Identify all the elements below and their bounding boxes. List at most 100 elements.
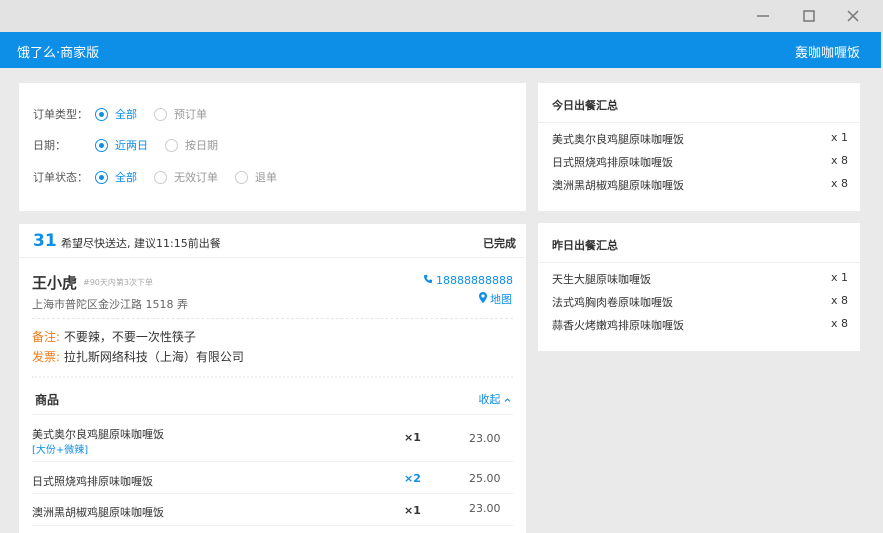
goods-quantity: ×1: [404, 504, 421, 517]
filter-order-type: 订单类型： 全部 预订单: [33, 105, 224, 123]
goods-name: 美式奥尔良鸡腿原味咖喱饭: [32, 428, 164, 441]
summary-item-qty: x 8: [830, 317, 848, 330]
summary-row: 法式鸡胸肉卷原味咖喱饭 x 8: [552, 294, 848, 310]
summary-item-name: 美式奥尔良鸡腿原味咖喱饭: [552, 133, 684, 146]
window-titlebar: [0, 0, 883, 32]
radio-selected-icon: [95, 170, 108, 184]
radio-label: 全部: [115, 108, 137, 121]
goods-price: 25.00: [469, 472, 501, 485]
goods-spec-tag: [大份+微辣]: [32, 445, 89, 456]
radio-label: 近两日: [115, 139, 148, 152]
filter-label: 日期：: [33, 139, 66, 152]
radio-status-refund[interactable]: 退单: [235, 169, 277, 185]
goods-name: 澳洲黑胡椒鸡腿原味咖喱饭: [32, 506, 164, 519]
summary-row: 澳洲黑胡椒鸡腿原味咖喱饭 x 8: [552, 177, 848, 193]
customer-address: 上海市普陀区金沙江路 1518 弄: [32, 298, 188, 311]
summary-item-qty: x 8: [830, 154, 848, 167]
goods-quantity: ×1: [404, 431, 421, 444]
radio-date-recent[interactable]: 近两日: [95, 137, 148, 153]
radio-empty-icon: [235, 170, 248, 184]
radio-status-all[interactable]: 全部: [95, 169, 137, 185]
map-link[interactable]: 地图: [479, 291, 512, 307]
order-invoice: 发票: 拉扎斯网络科技（上海）有限公司: [32, 348, 244, 365]
customer-order-count: #90天内第3次下单: [83, 278, 153, 287]
radio-label: 无效订单: [174, 171, 218, 184]
divider: [538, 262, 860, 263]
today-summary-title: 今日出餐汇总: [552, 99, 618, 112]
goods-quantity: ×2: [404, 472, 421, 485]
summary-row: 天生大腿原味咖喱饭 x 1: [552, 271, 848, 287]
chevron-up-icon: [504, 393, 511, 406]
order-filter-panel: 订单类型： 全部 预订单 日期： 近两日 按日期 订单状态： 全部 无效订单 退…: [19, 83, 526, 211]
radio-label: 全部: [115, 171, 137, 184]
goods-title: 商品: [35, 393, 60, 407]
goods-price: 23.00: [469, 432, 501, 445]
goods-row: 澳洲黑胡椒鸡腿原味咖喱饭 ×1 23.00: [32, 494, 513, 526]
filter-label: 订单状态：: [33, 171, 88, 184]
today-summary-card: 今日出餐汇总 美式奥尔良鸡腿原味咖喱饭 x 1 日式照烧鸡排原味咖喱饭 x 8 …: [538, 83, 860, 211]
radio-order-type-preorder[interactable]: 预订单: [154, 106, 207, 122]
close-icon[interactable]: [841, 6, 865, 26]
filter-label: 订单类型：: [33, 108, 88, 121]
radio-selected-icon: [95, 138, 108, 152]
radio-label: 退单: [255, 171, 277, 184]
remark-value: 不要辣，不要一次性筷子: [63, 330, 196, 344]
order-header: 31 希望尽快送达, 建议11:15前出餐 已完成: [19, 224, 526, 258]
goods-name: 日式照烧鸡排原味咖喱饭: [32, 475, 153, 488]
summary-row: 美式奥尔良鸡腿原味咖喱饭 x 1: [552, 131, 848, 147]
collapse-label: 收起: [478, 393, 501, 406]
summary-item-qty: x 1: [830, 131, 848, 144]
order-delivery-tip: 希望尽快送达, 建议11:15前出餐: [61, 237, 221, 250]
divider: [32, 318, 513, 319]
order-remark: 备注: 不要辣，不要一次性筷子: [32, 328, 196, 345]
customer-phone-link[interactable]: 18888888888: [423, 274, 513, 287]
order-number: 31: [33, 231, 57, 251]
phone-number: 18888888888: [436, 274, 513, 287]
summary-item-name: 日式照烧鸡排原味咖喱饭: [552, 156, 673, 169]
app-header: 饿了么·商家版 轰咖咖喱饭: [0, 32, 881, 68]
summary-item-qty: x 1: [830, 271, 848, 284]
remark-key: 备注:: [32, 330, 61, 344]
yesterday-summary-title: 昨日出餐汇总: [552, 239, 618, 252]
radio-label: 按日期: [185, 139, 218, 152]
shop-name[interactable]: 轰咖咖喱饭: [795, 42, 860, 61]
summary-item-qty: x 8: [830, 177, 848, 190]
divider: [32, 376, 513, 378]
radio-empty-icon: [154, 170, 167, 184]
summary-row: 日式照烧鸡排原味咖喱饭 x 8: [552, 154, 848, 170]
summary-item-name: 蒜香火烤嫩鸡排原味咖喱饭: [552, 319, 684, 332]
radio-date-by-date[interactable]: 按日期: [165, 137, 218, 153]
radio-empty-icon: [165, 138, 178, 152]
summary-item-name: 法式鸡胸肉卷原味咖喱饭: [552, 296, 673, 309]
goods-header: 商品 收起: [32, 387, 513, 415]
customer-name: 王小虎: [32, 274, 78, 292]
phone-icon: [423, 274, 433, 287]
goods-row: 日式照烧鸡排原味咖喱饭 ×2 25.00: [32, 462, 513, 494]
app-title: 饿了么·商家版: [17, 46, 100, 61]
summary-item-name: 天生大腿原味咖喱饭: [552, 273, 651, 286]
radio-order-type-all[interactable]: 全部: [95, 106, 137, 122]
yesterday-summary-card: 昨日出餐汇总 天生大腿原味咖喱饭 x 1 法式鸡胸肉卷原味咖喱饭 x 8 蒜香火…: [538, 223, 860, 351]
summary-item-qty: x 8: [830, 294, 848, 307]
invoice-value: 拉扎斯网络科技（上海）有限公司: [63, 350, 244, 364]
summary-row: 蒜香火烤嫩鸡排原味咖喱饭 x 8: [552, 317, 848, 333]
radio-empty-icon: [154, 107, 167, 121]
goods-price: 23.00: [469, 502, 501, 515]
filter-date: 日期： 近两日 按日期: [33, 136, 235, 154]
main-content: 订单类型： 全部 预订单 日期： 近两日 按日期 订单状态： 全部 无效订单 退…: [0, 68, 881, 533]
filter-status: 订单状态： 全部 无效订单 退单: [33, 168, 294, 186]
minimize-icon[interactable]: [751, 6, 775, 26]
maximize-icon[interactable]: [797, 6, 821, 26]
order-status-badge: 已完成: [483, 237, 516, 250]
invoice-key: 发票:: [32, 350, 61, 364]
radio-status-invalid[interactable]: 无效订单: [154, 169, 218, 185]
collapse-button[interactable]: 收起: [479, 391, 512, 407]
map-label: 地图: [490, 293, 512, 306]
radio-selected-icon: [95, 107, 108, 121]
order-card: 31 希望尽快送达, 建议11:15前出餐 已完成 王小虎 #90天内第3次下单…: [19, 224, 526, 533]
location-pin-icon: [479, 292, 487, 306]
goods-row: 美式奥尔良鸡腿原味咖喱饭 [大份+微辣] ×1 23.00: [32, 416, 513, 462]
divider: [538, 122, 860, 123]
summary-item-name: 澳洲黑胡椒鸡腿原味咖喱饭: [552, 179, 684, 192]
radio-label: 预订单: [174, 108, 207, 121]
